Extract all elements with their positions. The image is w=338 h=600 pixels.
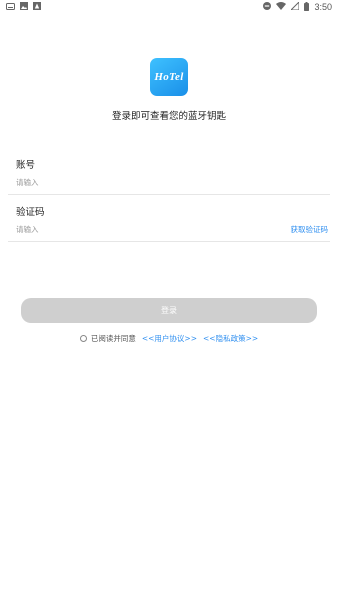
do-not-disturb-icon (263, 2, 272, 12)
account-input[interactable] (16, 174, 324, 190)
signal-icon (290, 0, 300, 12)
code-divider (8, 241, 330, 242)
status-time: 3:50 (314, 2, 332, 12)
code-label: 验证码 (16, 207, 45, 218)
keyboard-icon (6, 2, 15, 12)
status-bar-left (6, 2, 41, 12)
image-icon (20, 2, 28, 12)
login-tagline: 登录即可查看您的蓝牙钥匙 (111, 111, 226, 122)
status-bar-right: 3:50 (263, 0, 332, 13)
agreement-row: 已阅读并同意 <<用户协议>> <<隐私政策>> (0, 333, 338, 344)
accessibility-icon (33, 2, 41, 12)
code-input[interactable] (16, 221, 266, 237)
status-bar: 3:50 (0, 0, 338, 14)
account-label: 账号 (16, 160, 36, 171)
logo-text: HoTel (154, 71, 184, 83)
battery-icon (304, 1, 310, 13)
get-code-button[interactable]: 获取验证码 (291, 224, 329, 235)
user-agreement-link[interactable]: <<用户协议>> (142, 333, 197, 344)
wifi-icon (276, 2, 287, 12)
privacy-policy-link[interactable]: <<隐私政策>> (203, 333, 258, 344)
agreement-prefix: 已阅读并同意 (90, 334, 136, 343)
app-logo: HoTel (150, 58, 188, 96)
agree-radio[interactable] (79, 335, 87, 342)
login-button[interactable]: 登录 (21, 298, 317, 323)
account-divider (8, 194, 330, 195)
